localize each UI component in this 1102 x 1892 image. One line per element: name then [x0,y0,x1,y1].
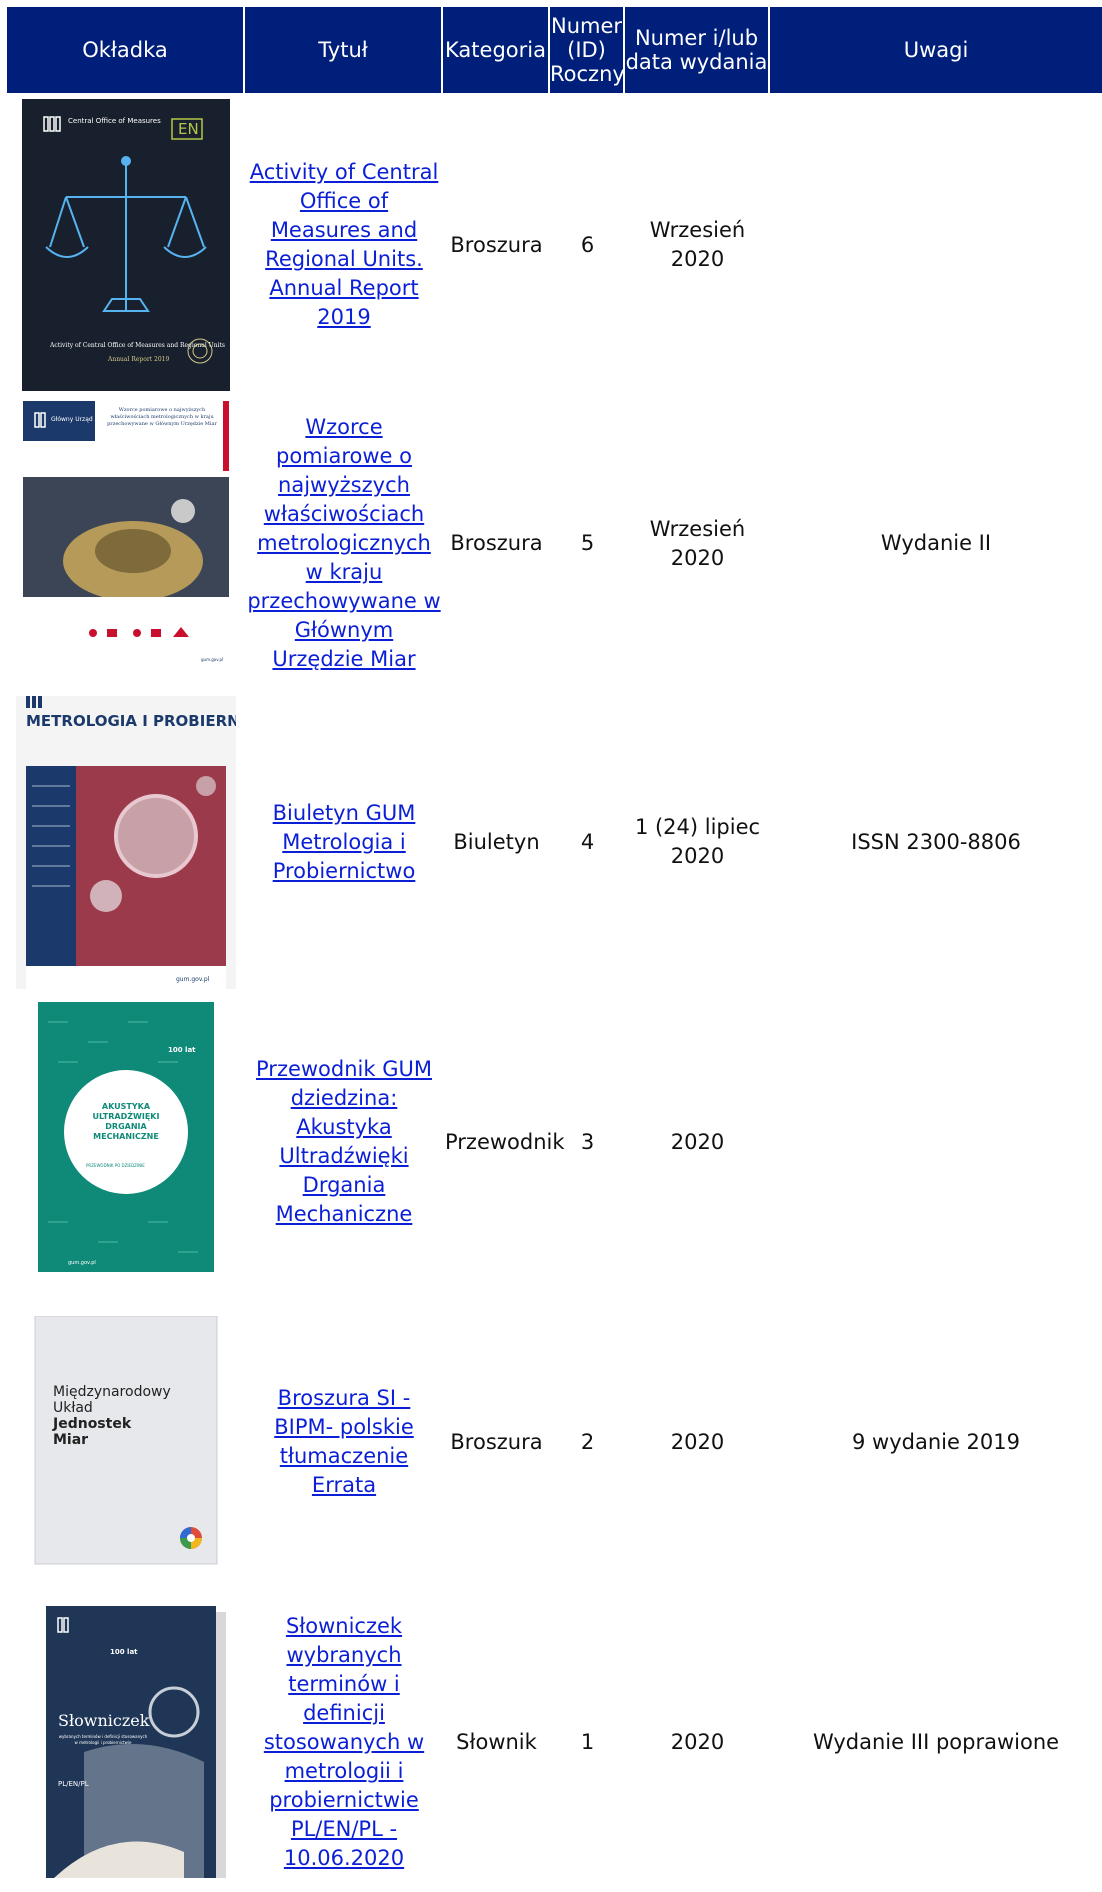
date-cell: 1 (24) lipiec 2020 [634,815,761,868]
cover-cell: METROLOGIA I PROBIERNICTWO gum.gov.pl [7,692,245,992]
column-header-notes[interactable]: Uwagi [770,7,1102,95]
svg-text:100 lat: 100 lat [110,1648,138,1656]
svg-text:Słowniczek: Słowniczek [58,1711,150,1730]
svg-text:PL/EN/PL: PL/EN/PL [58,1780,89,1788]
title-cell: Broszura SI - BIPM- polskie tłumaczenie … [245,1292,443,1592]
title-link[interactable]: Biuletyn GUM Metrologia i Probiernictwo [273,801,416,883]
publications-table: Okładka Tytuł Kategoria Numer (ID) Roczn… [7,7,1102,1892]
date-cell: Wrzesień 2020 [649,516,746,570]
svg-text:gum.gov.pl: gum.gov.pl [68,1260,96,1266]
svg-text:Główny Urząd Miar: Główny Urząd Miar [51,416,108,423]
svg-text:Central Office of Measures: Central Office of Measures [68,117,161,125]
table-row: METROLOGIA I PROBIERNICTWO gum.gov.pl Bi… [7,692,1102,992]
cover-image[interactable]: Central Office of Measures EN Activity o… [22,99,230,391]
date-cell: 2020 [670,1429,725,1454]
title-link[interactable]: Broszura SI - BIPM- polskie tłumaczenie … [274,1386,414,1497]
category-cell: Przewodnik [445,1129,565,1154]
cover-cell: Central Office of Measures EN Activity o… [7,95,245,395]
svg-text:EN: EN [178,120,199,138]
notes-cell: ISSN 2300-8806 [851,829,1021,854]
date-cell: Wrzesień 2020 [649,218,746,271]
column-header-category[interactable]: Kategoria [443,7,550,95]
measurement-standard-illustration-icon: Główny Urząd Miar Wzorce pomiarowe o naj… [23,400,229,687]
table-row: 100 lat Słowniczek wybranych terminów i … [7,1592,1102,1892]
si-brochure-cover-icon: Międzynarodowy Układ Jednostek Miar [34,1316,218,1565]
glossary-cover-icon: 100 lat Słowniczek wybranych terminów i … [46,1606,226,1878]
title-cell: Przewodnik GUM dziedzina: Akustyka Ultra… [245,992,443,1292]
cover-image[interactable]: 100 lat Słowniczek wybranych terminów i … [24,1602,228,1882]
column-header-date[interactable]: Numer i/lub data wydania [625,7,770,95]
title-link[interactable]: Przewodnik GUM dziedzina: Akustyka Ultra… [256,1057,432,1226]
svg-text:Układ: Układ [53,1400,93,1416]
svg-text:gum.gov.pl: gum.gov.pl [176,976,210,983]
category-cell: Słownik [456,1729,537,1754]
table-row: Główny Urząd Miar Wzorce pomiarowe o naj… [7,395,1102,692]
notes-cell [770,95,1102,395]
scales-illustration-icon: Central Office of Measures EN Activity o… [22,99,230,391]
number-cell: 1 [580,1729,595,1754]
column-header-number[interactable]: Numer (ID) Roczny [550,7,625,95]
title-link[interactable]: Słowniczek wybranych terminów i definicj… [264,1614,424,1870]
category-cell: Broszura [450,232,543,257]
svg-text:Jednostek: Jednostek [52,1416,132,1432]
svg-text:100 lat: 100 lat [168,1046,196,1054]
acoustics-guide-cover-icon: AKUSTYKA ULTRADŹWIĘKI DRGANIA MECHANICZN… [38,1002,214,1272]
notes-cell [770,992,1102,1292]
table-header-row: Okładka Tytuł Kategoria Numer (ID) Roczn… [7,7,1102,95]
notes-cell: Wydanie III poprawione [812,1729,1060,1754]
cover-image[interactable]: AKUSTYKA ULTRADŹWIĘKI DRGANIA MECHANICZN… [38,1002,214,1282]
number-cell: 6 [580,232,595,257]
title-cell: Słowniczek wybranych terminów i definicj… [245,1592,443,1892]
svg-text:METROLOGIA I PROBIERNICTWO: METROLOGIA I PROBIERNICTWO [26,712,236,730]
number-cell: 5 [580,531,595,555]
svg-text:Międzynarodowy: Międzynarodowy [53,1384,171,1400]
title-cell: Activity of Central Office of Measures a… [245,95,443,395]
table-row: AKUSTYKA ULTRADŹWIĘKI DRGANIA MECHANICZN… [7,992,1102,1292]
category-cell: Biuletyn [453,829,540,854]
cover-cell: Międzynarodowy Układ Jednostek Miar [7,1292,245,1592]
table-row: Międzynarodowy Układ Jednostek Miar Bros… [7,1292,1102,1592]
cover-cell: Główny Urząd Miar Wzorce pomiarowe o naj… [7,395,245,692]
svg-text:Activity of Central Office of: Activity of Central Office of Measures a… [49,342,225,349]
column-header-title[interactable]: Tytuł [245,7,443,95]
cover-image[interactable]: Główny Urząd Miar Wzorce pomiarowe o naj… [23,400,229,687]
svg-text:Annual Report 2019: Annual Report 2019 [107,356,169,363]
svg-text:gum.gov.pl: gum.gov.pl [201,657,223,662]
cover-image[interactable]: METROLOGIA I PROBIERNICTWO gum.gov.pl [16,695,236,989]
notes-cell: 9 wydanie 2019 [851,1429,1021,1454]
number-cell: 4 [580,829,595,854]
title-link[interactable]: Wzorce pomiarowe o najwyższych właściwoś… [247,415,440,671]
title-cell: Biuletyn GUM Metrologia i Probiernictwo [245,692,443,992]
cover-cell: AKUSTYKA ULTRADŹWIĘKI DRGANIA MECHANICZN… [7,992,245,1292]
title-link[interactable]: Activity of Central Office of Measures a… [250,160,439,329]
date-cell: 2020 [670,1729,725,1754]
category-cell: Broszura [450,1429,543,1454]
date-cell: 2020 [670,1129,725,1154]
svg-text:PRZEWODNIK PO DZIEDZINIE: PRZEWODNIK PO DZIEDZINIE [86,1163,145,1168]
number-cell: 2 [580,1429,595,1454]
notes-cell: Wydanie II [880,531,992,555]
title-cell: Wzorce pomiarowe o najwyższych właściwoś… [245,395,443,692]
table-row: Central Office of Measures EN Activity o… [7,95,1102,395]
svg-text:Miar: Miar [53,1432,88,1448]
cover-image[interactable]: Międzynarodowy Układ Jednostek Miar [31,1316,221,1568]
cover-cell: 100 lat Słowniczek wybranych terminów i … [7,1592,245,1892]
virus-illustration-icon: METROLOGIA I PROBIERNICTWO gum.gov.pl [16,695,236,989]
column-header-cover[interactable]: Okładka [7,7,245,95]
category-cell: Broszura [450,531,543,555]
